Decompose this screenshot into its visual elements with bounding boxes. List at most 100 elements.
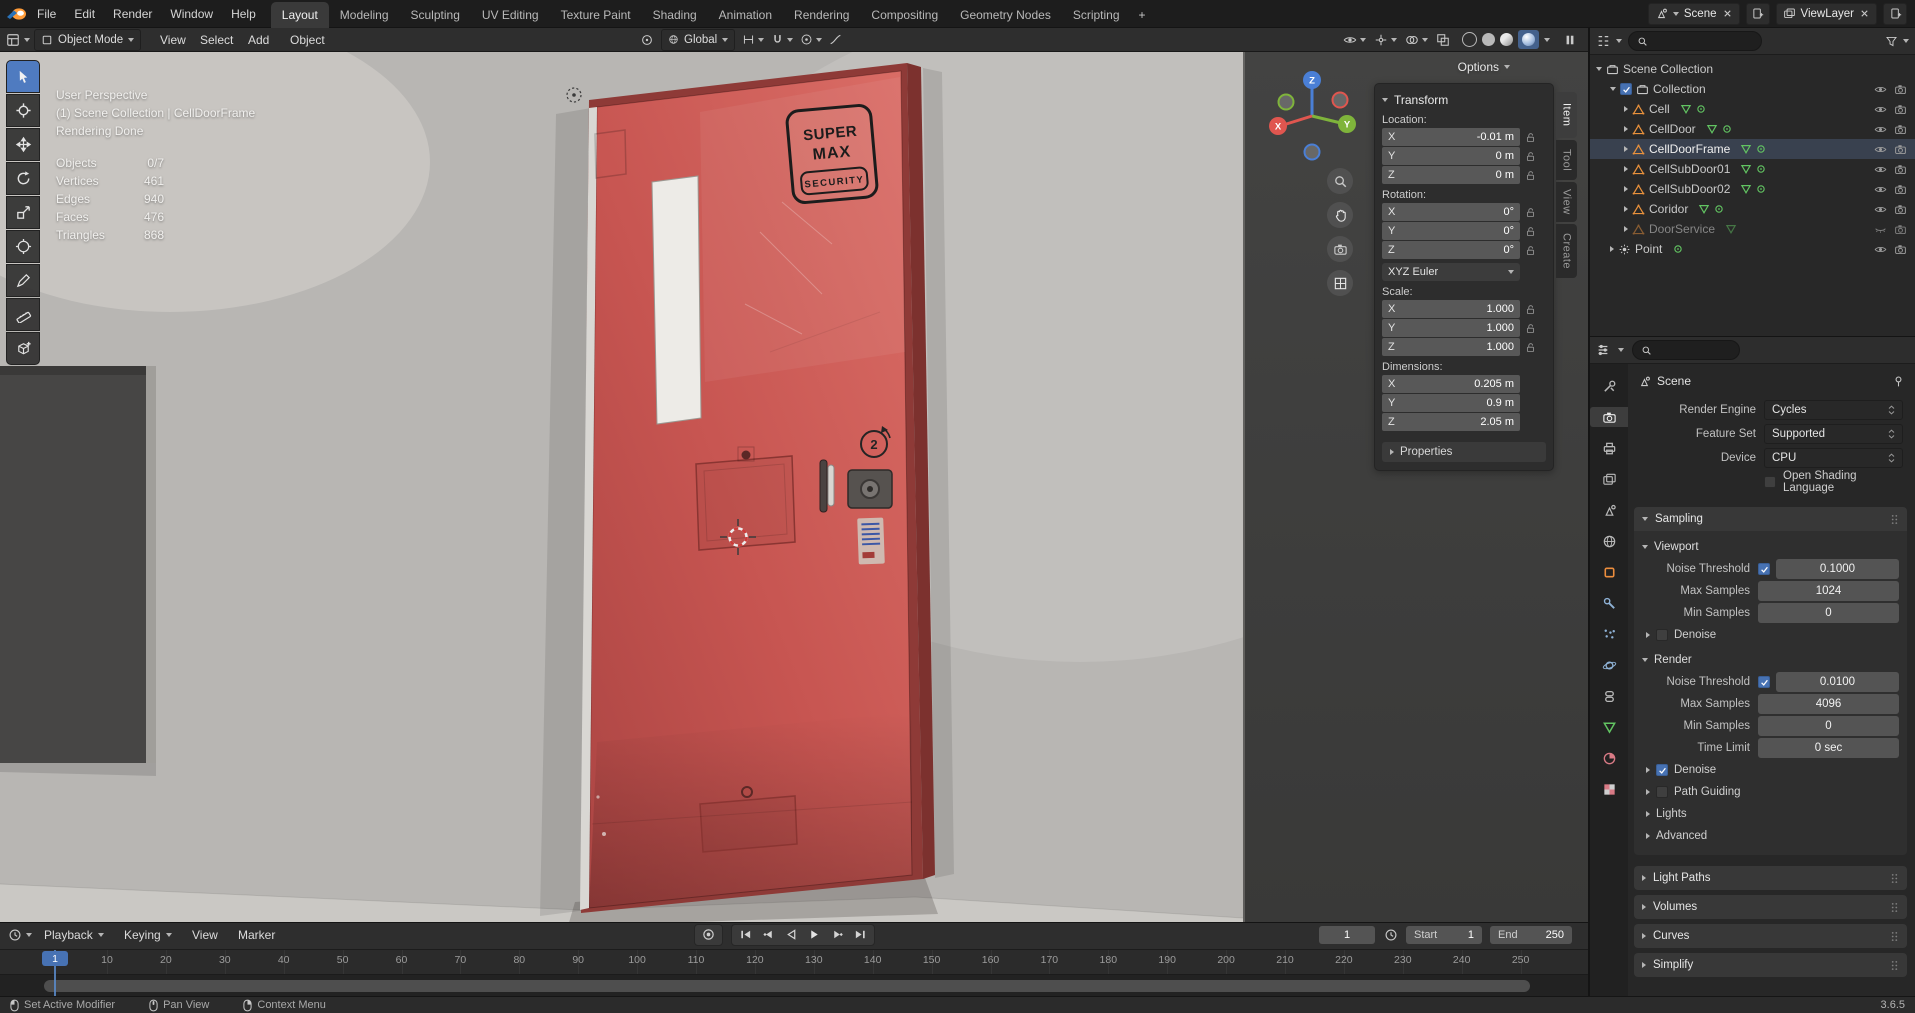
dimensions-z-field[interactable]: Z2.05 m: [1382, 413, 1520, 431]
viewport-menu-object[interactable]: Object: [290, 28, 325, 51]
rotation-z-field[interactable]: Z0°: [1382, 241, 1520, 259]
lock-icon[interactable]: [1520, 170, 1536, 181]
tab-particles[interactable]: [1590, 624, 1628, 644]
object-visibility-dropdown[interactable]: [1343, 33, 1366, 47]
zoom-button[interactable]: [1327, 168, 1353, 194]
lock-icon[interactable]: [1520, 245, 1536, 256]
panel-grip-icon[interactable]: [1890, 872, 1899, 885]
viewport-canvas[interactable]: SUPER MAX SECURITY 2: [0, 52, 1588, 922]
proportional-edit-toggle[interactable]: [800, 33, 822, 46]
disable-in-render-icon[interactable]: [1894, 83, 1907, 96]
tab-object-data[interactable]: [1590, 717, 1628, 737]
viewport-max-samples-field[interactable]: 1024: [1758, 581, 1899, 601]
tool-transform[interactable]: [6, 230, 40, 263]
viewport-menu-view[interactable]: View: [160, 28, 186, 51]
shading-solid-button[interactable]: [1482, 33, 1495, 46]
location-z-field[interactable]: Z0 m: [1382, 166, 1520, 184]
lock-icon[interactable]: [1520, 323, 1536, 334]
outliner-search-input[interactable]: [1653, 34, 1753, 48]
outliner-row-point[interactable]: Point: [1590, 239, 1915, 259]
outliner-row-cellsubdoor01[interactable]: CellSubDoor01: [1590, 159, 1915, 179]
outliner-row-celldoor[interactable]: CellDoor: [1590, 119, 1915, 139]
advanced-subpanel[interactable]: Advanced: [1638, 825, 1903, 847]
workspace-tab-modeling[interactable]: Modeling: [329, 2, 400, 28]
rotation-y-field[interactable]: Y0°: [1382, 222, 1520, 240]
transform-pivot-icon[interactable]: [640, 33, 654, 47]
transform-panel-header[interactable]: Transform: [1382, 90, 1546, 110]
render-engine-dropdown[interactable]: Cycles: [1764, 400, 1903, 420]
disable-in-render-icon[interactable]: [1894, 103, 1907, 116]
outliner-row-scene-collection[interactable]: Scene Collection: [1590, 59, 1915, 79]
menu-render[interactable]: Render: [104, 0, 161, 28]
menu-file[interactable]: File: [28, 0, 65, 28]
tab-render[interactable]: [1590, 407, 1628, 427]
device-dropdown[interactable]: CPU: [1764, 448, 1903, 468]
curves-panel-header[interactable]: Curves: [1634, 924, 1907, 948]
tab-output[interactable]: [1590, 438, 1628, 458]
unlink-view-layer-icon[interactable]: [1859, 8, 1870, 19]
outliner-row-coridor[interactable]: Coridor: [1590, 199, 1915, 219]
viewport-noise-threshold-checkbox[interactable]: [1758, 563, 1770, 575]
tool-measure[interactable]: [6, 298, 40, 331]
outliner-search[interactable]: [1628, 31, 1762, 51]
osl-checkbox[interactable]: [1764, 476, 1776, 488]
viewport-menu-select[interactable]: Select: [200, 28, 233, 51]
properties-search-input[interactable]: [1657, 343, 1731, 357]
timeline-editor-type-selector[interactable]: [8, 923, 32, 946]
disable-in-render-icon[interactable]: [1894, 143, 1907, 156]
navigation-gizmo[interactable]: Z Y X: [1262, 66, 1362, 166]
workspace-tab-compositing[interactable]: Compositing: [860, 2, 949, 28]
tab-scene[interactable]: [1590, 500, 1628, 520]
frame-end-field[interactable]: End250: [1490, 923, 1572, 946]
view-layer-selector[interactable]: ViewLayer: [1776, 3, 1878, 25]
feature-set-dropdown[interactable]: Supported: [1764, 424, 1903, 444]
play-button[interactable]: [804, 926, 825, 944]
add-workspace-button[interactable]: +: [1131, 2, 1154, 28]
dimensions-x-field[interactable]: X0.205 m: [1382, 375, 1520, 393]
tab-object[interactable]: [1590, 562, 1628, 582]
frame-start-field[interactable]: Start1: [1406, 923, 1482, 946]
unlink-scene-icon[interactable]: [1722, 8, 1733, 19]
hide-in-viewport-icon[interactable]: [1874, 243, 1887, 256]
lock-icon[interactable]: [1520, 226, 1536, 237]
pause-render-icon[interactable]: [1564, 34, 1576, 46]
render-denoise-subpanel[interactable]: Denoise: [1638, 759, 1903, 781]
tab-world[interactable]: [1590, 531, 1628, 551]
workspace-tab-rendering[interactable]: Rendering: [783, 2, 860, 28]
breadcrumb-scene[interactable]: Scene: [1657, 374, 1691, 388]
sampling-panel-header[interactable]: Sampling: [1634, 507, 1907, 531]
outliner-row-collection[interactable]: Collection: [1590, 79, 1915, 99]
viewport-min-samples-field[interactable]: 0: [1758, 603, 1899, 623]
keying-menu[interactable]: Keying: [124, 923, 172, 946]
show-overlays-toggle[interactable]: [1405, 33, 1428, 47]
viewport-options-dropdown[interactable]: Options: [1458, 60, 1510, 74]
path-guiding-subpanel[interactable]: Path Guiding: [1638, 781, 1903, 803]
sidebar-tab-create[interactable]: Create: [1556, 224, 1577, 278]
panel-grip-icon[interactable]: [1890, 930, 1899, 943]
hide-in-viewport-icon[interactable]: [1874, 83, 1887, 96]
scene-selector[interactable]: Scene: [1648, 3, 1740, 25]
timeline-ruler[interactable]: 1 10203040506070809010011012013014015016…: [0, 950, 1588, 997]
tool-rotate[interactable]: [6, 162, 40, 195]
tab-tool[interactable]: [1590, 376, 1628, 396]
simplify-panel-header[interactable]: Simplify: [1634, 953, 1907, 977]
play-reverse-button[interactable]: [781, 926, 802, 944]
lock-icon[interactable]: [1520, 342, 1536, 353]
render-min-samples-field[interactable]: 0: [1758, 716, 1899, 736]
shading-material-button[interactable]: [1500, 33, 1513, 46]
light-paths-panel-header[interactable]: Light Paths: [1634, 866, 1907, 890]
render-noise-threshold-field[interactable]: 0.0100: [1776, 672, 1899, 692]
disable-in-render-icon[interactable]: [1894, 123, 1907, 136]
scale-y-field[interactable]: Y1.000: [1382, 319, 1520, 337]
scale-z-field[interactable]: Z1.000: [1382, 338, 1520, 356]
disable-in-render-icon[interactable]: [1894, 243, 1907, 256]
tab-physics[interactable]: [1590, 655, 1628, 675]
lock-icon[interactable]: [1520, 304, 1536, 315]
snap-toggle[interactable]: [771, 33, 793, 46]
preview-range-toggle[interactable]: [1384, 923, 1398, 946]
location-x-field[interactable]: X-0.01 m: [1382, 128, 1520, 146]
time-limit-field[interactable]: 0 sec: [1758, 738, 1899, 758]
jump-to-start-button[interactable]: [735, 926, 756, 944]
workspace-tab-layout[interactable]: Layout: [271, 2, 329, 28]
disable-in-render-icon[interactable]: [1894, 203, 1907, 216]
